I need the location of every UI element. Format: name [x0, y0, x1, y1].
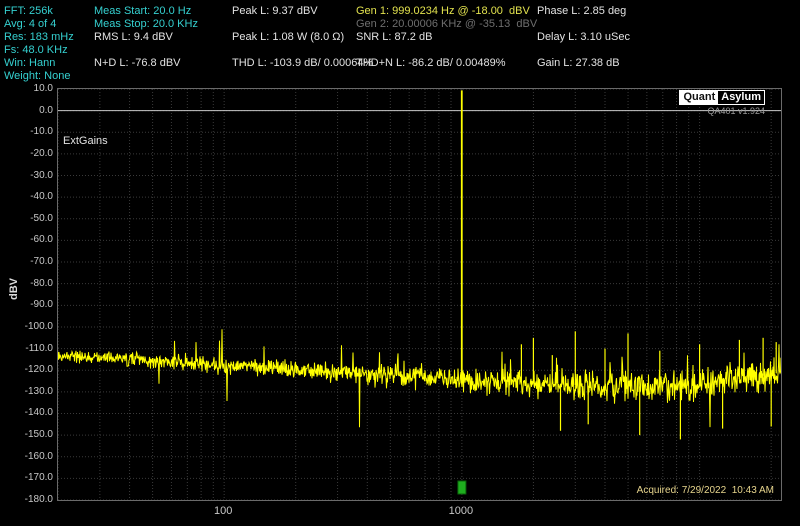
- x-tick-label: 100: [203, 505, 243, 517]
- legend-extgains: ExtGains: [63, 135, 108, 147]
- x-tick-label: 1000: [441, 505, 481, 517]
- spectrum-plot-area[interactable]: ExtGains QuantAsylum QA401 v1.924 Acquir…: [57, 88, 782, 501]
- logo-quant: Quant: [680, 91, 718, 104]
- acquired-timestamp: Acquired: 7/29/2022 10:43 AM: [637, 485, 774, 496]
- generator-frequency-marker[interactable]: [458, 481, 466, 494]
- qa401-analyzer-window: FFT: 256k Avg: 4 of 4 Res: 183 mHz Fs: 4…: [0, 0, 800, 526]
- quantasylum-logo: QuantAsylum: [679, 90, 765, 105]
- software-version: QA401 v1.924: [707, 106, 765, 116]
- spectrum-svg: [58, 89, 781, 500]
- logo-asylum: Asylum: [718, 91, 764, 104]
